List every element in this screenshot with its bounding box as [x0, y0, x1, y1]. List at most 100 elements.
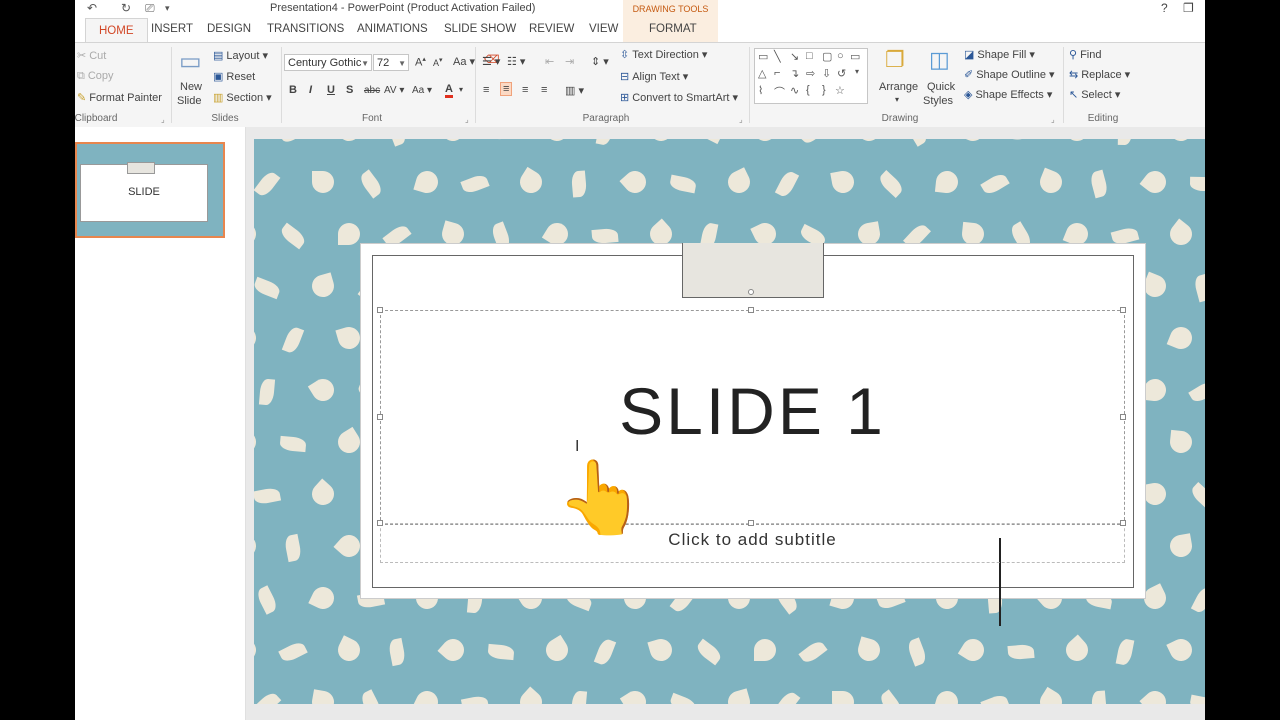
down-arrow-shape-icon[interactable]: ⇩	[822, 67, 831, 80]
slide-thumbnail[interactable]: SLIDE	[75, 142, 225, 238]
tab-format[interactable]: FORMAT	[649, 23, 697, 35]
rounded-rect-shape-icon[interactable]: ▢	[822, 50, 832, 63]
arc-shape-icon[interactable]: ⌒	[774, 84, 785, 100]
chevron-down-icon[interactable]: ▾	[459, 85, 463, 94]
arrow-line-shape-icon[interactable]: ↘	[790, 50, 799, 63]
font-size-select[interactable]: 72 ▼	[373, 54, 409, 71]
connector-shape-icon[interactable]: ⌐	[774, 67, 780, 79]
resize-handle[interactable]	[1120, 307, 1126, 313]
tab-transitions[interactable]: TRANSITIONS	[267, 23, 344, 35]
resize-handle[interactable]	[748, 520, 754, 526]
tab-home[interactable]: HOME	[85, 18, 148, 43]
oval-shape-icon[interactable]: ○	[837, 50, 844, 62]
right-arrow-shape-icon[interactable]: ⇨	[806, 67, 815, 80]
tab-design[interactable]: DESIGN	[207, 23, 251, 35]
decrease-indent-icon[interactable]: ⇤	[545, 55, 554, 68]
slide-editor: SLIDE 1 Click to add subtitle I 👆	[246, 127, 1205, 720]
paragraph-launcher-icon[interactable]: ⌟	[739, 115, 743, 124]
section-button[interactable]: ▥ Section ▾	[213, 91, 272, 104]
redo-icon[interactable]: ↻	[121, 1, 131, 15]
underline-button[interactable]: U	[327, 84, 335, 96]
convert-smartart-button[interactable]: ⊞ Convert to SmartArt ▾	[620, 91, 738, 104]
line-spacing-icon[interactable]: ⇕ ▾	[591, 55, 609, 68]
select-button[interactable]: ↖ Select ▾	[1069, 88, 1120, 101]
numbering-icon[interactable]: ☷ ▾	[507, 55, 525, 68]
start-slideshow-icon[interactable]: ⎚	[145, 1, 155, 16]
restore-window-icon[interactable]: ❐	[1183, 1, 1194, 15]
find-button[interactable]: ⚲ Find	[1069, 48, 1101, 61]
change-case-small-button[interactable]: Aa ▾	[412, 85, 432, 96]
freeform-shape-icon[interactable]: ⌇	[758, 84, 763, 97]
curve-shape-icon[interactable]: ↺	[837, 67, 846, 80]
arrange-button[interactable]: ❐ Arrange ▾	[875, 47, 921, 111]
change-case-button[interactable]: Aa ▾	[453, 55, 475, 68]
triangle-shape-icon[interactable]: △	[758, 67, 766, 80]
italic-button[interactable]: I	[309, 84, 312, 96]
title-placeholder[interactable]: SLIDE 1	[380, 310, 1125, 626]
shrink-font-button[interactable]: A▾	[433, 56, 443, 68]
shape-effects-button[interactable]: ◈ Shape Effects ▾	[964, 88, 1052, 101]
font-color-button[interactable]: A	[445, 83, 453, 98]
line-shape-icon[interactable]: ╲	[774, 50, 781, 63]
character-spacing-button[interactable]: AV ▾	[384, 85, 404, 96]
slide[interactable]: SLIDE 1 Click to add subtitle I 👆	[254, 139, 1205, 704]
subtitle-text[interactable]: Click to add subtitle	[381, 524, 1124, 562]
gallery-more-icon[interactable]: ▾	[855, 67, 859, 76]
reset-button[interactable]: ▣ Reset	[213, 70, 255, 83]
resize-handle[interactable]	[377, 307, 383, 313]
resize-handle[interactable]	[1120, 414, 1126, 420]
star-shape-icon[interactable]: ☆	[835, 84, 845, 97]
layout-button[interactable]: ▤ Layout ▾	[213, 49, 268, 62]
resize-handle[interactable]	[748, 307, 754, 313]
clipboard-launcher-icon[interactable]: ⌟	[161, 115, 165, 124]
new-slide-button[interactable]: ▭ New Slide	[175, 47, 211, 109]
pattern-motif	[957, 634, 989, 666]
tab-insert[interactable]: INSERT	[151, 23, 193, 35]
help-icon[interactable]: ?	[1161, 1, 1168, 15]
tab-slide-show[interactable]: SLIDE SHOW	[444, 23, 516, 35]
brace-right-shape-icon[interactable]: }	[822, 84, 826, 96]
brace-left-shape-icon[interactable]: {	[806, 84, 810, 96]
increase-indent-icon[interactable]: ⇥	[565, 55, 574, 68]
cut-button[interactable]: ✂ Cut	[77, 49, 106, 62]
replace-button[interactable]: ⇆ Replace ▾	[1069, 68, 1130, 81]
resize-handle[interactable]	[1120, 520, 1126, 526]
resize-handle[interactable]	[377, 414, 383, 420]
align-left-icon[interactable]: ≡	[483, 84, 489, 96]
rounded-shape-icon[interactable]: ▭	[850, 50, 860, 63]
curve2-shape-icon[interactable]: ∿	[790, 84, 799, 97]
textbox-shape-icon[interactable]: ▭	[758, 50, 768, 63]
text-direction-button[interactable]: ⇳ Text Direction ▾	[620, 48, 707, 61]
shape-outline-button[interactable]: ✐ Shape Outline ▾	[964, 68, 1055, 81]
quick-styles-button[interactable]: ◫ Quick Styles	[923, 47, 961, 111]
tab-animations[interactable]: ANIMATIONS	[357, 23, 428, 35]
justify-icon[interactable]: ≡	[541, 84, 547, 96]
undo-icon[interactable]: ↶	[87, 1, 97, 15]
rotate-handle[interactable]	[748, 289, 754, 295]
tab-review[interactable]: REVIEW	[529, 23, 574, 35]
font-family-select[interactable]: Century Gothic ▼	[284, 54, 372, 71]
bold-button[interactable]: B	[289, 84, 297, 96]
grow-font-button[interactable]: A▴	[415, 55, 426, 69]
shape-fill-button[interactable]: ◪ Shape Fill ▾	[964, 48, 1035, 61]
align-text-button[interactable]: ⊟ Align Text ▾	[620, 70, 688, 83]
tab-view[interactable]: VIEW	[589, 23, 618, 35]
resize-handle[interactable]	[377, 520, 383, 526]
customize-qat-icon[interactable]: ▾	[165, 3, 170, 14]
drawing-launcher-icon[interactable]: ⌟	[1051, 115, 1055, 124]
shapes-gallery[interactable]: ▭ ╲ ↘ □ ▢ ○ ▭ △ ⌐ ↴ ⇨ ⇩ ↺ ⌇ ⌒ ∿ { } ☆ ▾	[754, 48, 868, 104]
subtitle-placeholder[interactable]: Click to add subtitle	[380, 523, 1125, 563]
rectangle-shape-icon[interactable]: □	[806, 50, 813, 62]
columns-icon[interactable]: ▥ ▾	[565, 84, 584, 97]
align-center-icon[interactable]: ≡	[500, 82, 513, 96]
pattern-motif	[830, 169, 856, 195]
align-right-icon[interactable]: ≡	[522, 84, 528, 96]
copy-button[interactable]: ⧉ Copy	[77, 70, 114, 83]
format-painter-button[interactable]: ✎ Format Painter	[77, 91, 162, 104]
text-shadow-button[interactable]: S	[346, 84, 353, 96]
elbow-shape-icon[interactable]: ↴	[790, 67, 799, 80]
bullets-icon[interactable]: ☰ ▾	[482, 55, 500, 68]
strikethrough-button[interactable]: abc	[364, 85, 380, 96]
font-launcher-icon[interactable]: ⌟	[465, 115, 469, 124]
slide-title[interactable]: SLIDE 1	[381, 311, 1124, 524]
